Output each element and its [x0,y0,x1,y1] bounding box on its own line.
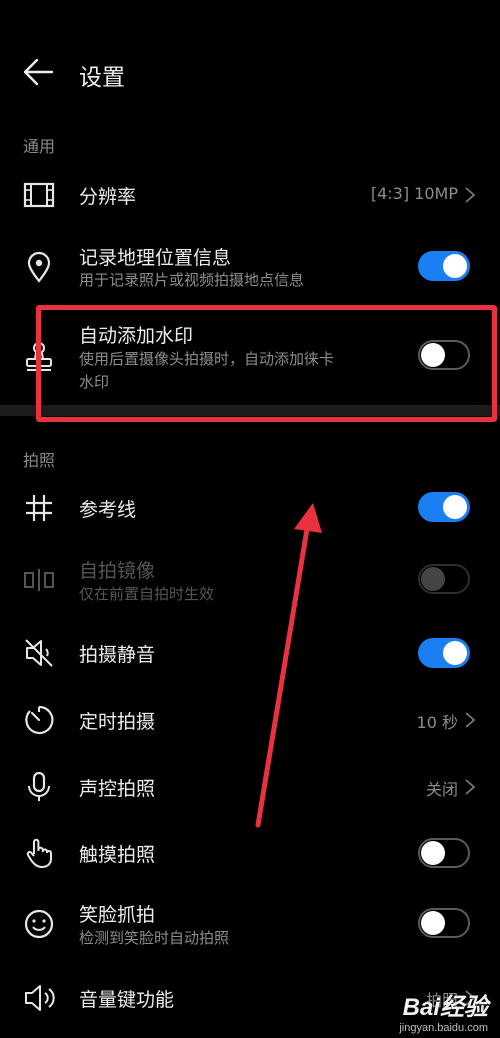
timer-value: 10 秒 [416,713,458,732]
location-toggle[interactable] [418,251,470,281]
chevron-right-icon [465,187,476,203]
location-sub: 用于记录照片或视频拍摄地点信息 [79,271,305,289]
location-pin-icon [27,251,51,283]
microphone-icon [28,771,50,801]
touch-label: 触摸拍照 [79,844,156,866]
mirror-icon [24,569,54,591]
setting-location: 记录地理位置信息 用于记录照片或视频拍摄地点信息 [0,240,500,300]
baidu-watermark: Bai经验 jingyan.baidu.com [399,987,488,1034]
timer-icon [25,705,54,735]
hand-touch-icon [26,838,52,868]
location-label: 记录地理位置信息 [79,247,232,269]
touch-toggle[interactable] [418,838,470,868]
voice-label: 声控拍照 [79,778,156,800]
mirror-sub: 仅在前置自拍时生效 [79,585,215,603]
watermark-logo: Bai经验 [402,994,488,1021]
voice-value: 关闭 [425,780,458,799]
chevron-right-icon [465,712,476,728]
smile-face-icon [24,909,54,939]
film-frame-icon [23,182,55,208]
setting-resolution[interactable]: 分辨率 [4:3] 10MP [0,170,500,220]
watermark-url: jingyan.baidu.com [399,1022,488,1034]
mute-toggle[interactable] [418,638,470,668]
speaker-muted-icon [25,639,53,667]
gridline-toggle[interactable] [418,492,470,522]
page-title: 设置 [79,65,125,91]
setting-smile-capture: 笑脸抓拍 检测到笑脸时自动拍照 [0,897,500,957]
smile-sub: 检测到笑脸时自动拍照 [79,929,230,947]
section-general: 通用 [23,137,56,156]
section-photo: 拍照 [23,451,56,470]
gridline-label: 参考线 [79,499,137,521]
timer-label: 定时拍摄 [79,711,156,733]
grid-hash-icon [26,495,52,521]
back-arrow-icon[interactable] [22,55,56,89]
mute-label: 拍摄静音 [79,644,156,666]
setting-touch-capture: 触摸拍照 [0,828,500,878]
annotation-highlight-box [36,305,497,422]
smile-label: 笑脸抓拍 [79,904,156,926]
annotation-arrow-icon [255,503,322,828]
resolution-label: 分辨率 [79,186,137,208]
volume-label: 音量键功能 [79,989,175,1011]
speaker-volume-icon [25,985,55,1011]
mirror-label: 自拍镜像 [79,560,156,582]
chevron-right-icon [465,779,476,795]
resolution-value: [4:3] 10MP [370,184,458,203]
smile-toggle[interactable] [418,908,470,938]
mirror-toggle [418,564,470,594]
app-header: 设置 [0,0,500,130]
